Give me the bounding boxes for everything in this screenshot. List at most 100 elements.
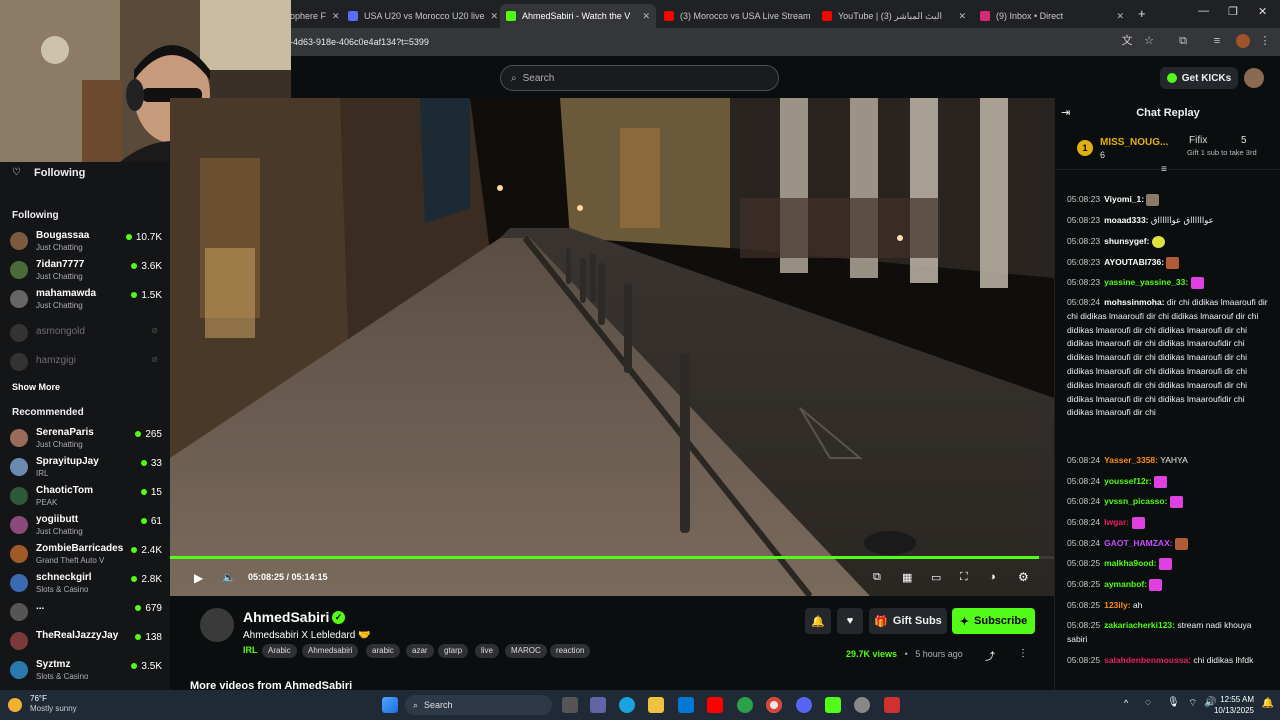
sidebar-item-zombiebarricades[interactable]: ZombieBarricades Grand Theft Auto V 2.4K bbox=[10, 541, 162, 569]
emote-icon bbox=[1149, 578, 1163, 591]
stream-tag[interactable]: azar bbox=[406, 644, 434, 658]
sidebar-item-therealjazzyjay[interactable]: TheRealJazzyJay 138 bbox=[10, 628, 162, 656]
browser-tab[interactable]: ophere F ✕ bbox=[284, 4, 340, 28]
chat-header: Chat Replay bbox=[1136, 107, 1200, 119]
streamer-name[interactable]: AhmedSabiri bbox=[243, 609, 329, 625]
miniplayer-icon[interactable]: ⧉ bbox=[873, 571, 881, 584]
close-icon[interactable]: ✕ bbox=[326, 11, 340, 22]
pinned-toggle-icon[interactable]: ≡ bbox=[1161, 164, 1167, 175]
edge-icon[interactable] bbox=[619, 697, 635, 713]
volume-icon[interactable]: 🔈 bbox=[222, 571, 236, 584]
subscribe-button[interactable]: ✦ Subscribe bbox=[952, 608, 1035, 634]
profile-avatar[interactable] bbox=[1236, 34, 1250, 48]
stream-tag[interactable]: arabic bbox=[366, 644, 400, 658]
gifter-name[interactable]: Fifix bbox=[1189, 135, 1207, 146]
wifi-icon[interactable]: ⌔ bbox=[1188, 697, 1197, 710]
windows-start-icon[interactable] bbox=[382, 697, 398, 713]
close-icon[interactable]: ✕ bbox=[952, 11, 966, 22]
top-gifter-name[interactable]: MISS_NOUG... bbox=[1100, 137, 1168, 148]
chevron-up-icon[interactable]: ^ bbox=[1124, 698, 1128, 708]
browser-tab[interactable]: (9) Inbox • Direct ✕ bbox=[974, 4, 1130, 28]
weather-widget[interactable]: 76°F Mostly sunny bbox=[30, 694, 77, 714]
gift-subs-button[interactable]: 🎁 Gift Subs bbox=[869, 608, 947, 634]
app-icon[interactable] bbox=[854, 697, 870, 713]
sidebar-item-7idan7777[interactable]: 7idan7777 Just Chatting 3.6K bbox=[10, 257, 162, 285]
sidebar-item-mahamawda[interactable]: mahamawda Just Chatting 1.5K bbox=[10, 286, 162, 314]
taskbar-clock[interactable]: 12:55 AM 10/13/2025 bbox=[1214, 694, 1254, 716]
sidebar-item-serenaparis[interactable]: SerenaParis Just Chatting 265 bbox=[10, 425, 162, 453]
emote-icon bbox=[1158, 557, 1172, 570]
new-tab-button[interactable]: + bbox=[1138, 6, 1146, 21]
video-progress-bar[interactable] bbox=[170, 556, 1054, 559]
outlook-icon[interactable] bbox=[678, 697, 694, 713]
sidebar-item-asmongold[interactable]: asmongold ⊘ bbox=[10, 320, 162, 348]
shield-icon[interactable] bbox=[884, 697, 900, 713]
viewer-count: 61 bbox=[141, 516, 162, 527]
stream-tag[interactable]: MAROC bbox=[505, 644, 547, 658]
gift-subs-label: Gift Subs bbox=[892, 615, 942, 627]
teams-icon[interactable] bbox=[590, 697, 606, 713]
discord-icon[interactable] bbox=[796, 697, 812, 713]
url-field[interactable]: -4d63-918e-406c0e4af134?t=5399 bbox=[290, 32, 1110, 52]
notification-bell-button[interactable]: 🔔 bbox=[805, 608, 831, 634]
xbox-icon[interactable] bbox=[737, 697, 753, 713]
maximize-icon[interactable]: ❐ bbox=[1228, 5, 1238, 18]
search-input[interactable]: ⌕ Search bbox=[500, 65, 779, 91]
browser-tab[interactable]: USA U20 vs Morocco U20 live ✕ bbox=[342, 4, 498, 28]
reading-list-icon[interactable]: ≡ bbox=[1210, 34, 1224, 48]
settings-gear-icon[interactable]: ⚙ bbox=[1018, 570, 1029, 584]
close-window-icon[interactable]: ✕ bbox=[1258, 5, 1267, 18]
sidebar-item-recommended[interactable]: ... 679 bbox=[10, 599, 162, 627]
theater-mode-icon[interactable]: ▭ bbox=[931, 571, 941, 584]
avatar bbox=[10, 632, 28, 650]
more-options-icon[interactable]: ⋮ bbox=[1018, 648, 1028, 659]
sidebar-item-hamzgigi[interactable]: hamzgigi ⊘ bbox=[10, 349, 162, 377]
sidebar-item-schneckgirl[interactable]: schneckgirl Slots & Casino 2.8K bbox=[10, 570, 162, 598]
menu-dots-icon[interactable]: ⋮ bbox=[1258, 34, 1272, 48]
stream-tag[interactable]: Arabic bbox=[262, 644, 297, 658]
youtube-icon[interactable] bbox=[707, 697, 723, 713]
stream-tag[interactable]: reaction bbox=[550, 644, 591, 658]
network-icon[interactable]: ◌ bbox=[1145, 697, 1151, 708]
streamer-avatar[interactable] bbox=[200, 608, 234, 642]
star-icon[interactable]: ☆ bbox=[1142, 34, 1156, 48]
chrome-icon[interactable] bbox=[766, 697, 782, 713]
sidebar-item-chaotictom[interactable]: ChaoticTom PEAK 15 bbox=[10, 483, 162, 511]
notification-bell-icon[interactable]: 🔔 bbox=[1262, 698, 1274, 709]
taskbar-search[interactable]: ⌕ Search bbox=[405, 695, 552, 715]
browser-tab[interactable]: YouTube | البث المباشر (3) ✕ bbox=[816, 4, 972, 28]
extensions-icon[interactable]: ⧉ bbox=[1176, 34, 1190, 48]
close-icon[interactable]: ✕ bbox=[485, 11, 498, 22]
minimize-icon[interactable]: — bbox=[1198, 5, 1209, 17]
microphone-icon[interactable]: 🎙 bbox=[1167, 697, 1180, 708]
sidebar-item-syztmz[interactable]: Syztmz Slots & Casino 3.5K bbox=[10, 657, 162, 685]
follow-heart-button[interactable]: ♥ bbox=[837, 608, 863, 634]
task-view-icon[interactable] bbox=[562, 697, 578, 713]
stream-category-link[interactable]: IRL bbox=[243, 645, 258, 655]
show-more-link[interactable]: Show More bbox=[12, 382, 60, 392]
stream-tag[interactable]: live bbox=[475, 644, 500, 658]
translate-icon[interactable]: 文 bbox=[1120, 34, 1134, 48]
live-sync-icon[interactable]: ◑ bbox=[989, 571, 996, 583]
sidebar-item-sprayitupjay[interactable]: SprayitupJay IRL 33 bbox=[10, 454, 162, 482]
close-icon[interactable]: ✕ bbox=[811, 11, 814, 22]
stream-tag[interactable]: gtarp bbox=[438, 644, 469, 658]
user-avatar[interactable] bbox=[1244, 68, 1264, 88]
get-kicks-button[interactable]: Get KICKs bbox=[1160, 67, 1238, 89]
chat-message: 05:08:25 malkha9ood: bbox=[1067, 557, 1272, 571]
play-icon[interactable]: ▶ bbox=[194, 571, 203, 585]
fullscreen-icon[interactable]: ⛶ bbox=[960, 571, 968, 584]
browser-tab[interactable]: (3) Morocco vs USA Live Stream✕ bbox=[658, 4, 814, 28]
kick-app-icon[interactable] bbox=[825, 697, 841, 713]
close-icon[interactable]: ✕ bbox=[1110, 11, 1124, 22]
sidebar-item-yogiibutt[interactable]: yogiibutt Just Chatting 61 bbox=[10, 512, 162, 540]
file-explorer-icon[interactable] bbox=[648, 697, 664, 713]
share-icon[interactable]: ⤴ bbox=[985, 648, 995, 663]
browser-tab-active[interactable]: AhmedSabiri - Watch the V ✕ bbox=[500, 4, 656, 28]
stream-tag[interactable]: Ahmedsabiri bbox=[302, 644, 359, 658]
video-player[interactable] bbox=[170, 98, 1054, 596]
sidebar-item-bougassaa[interactable]: Bougassaa Just Chatting 10.7K bbox=[10, 228, 162, 256]
clip-icon[interactable]: ▦ bbox=[902, 571, 912, 584]
sidebar-following-header[interactable]: Following bbox=[34, 167, 85, 179]
close-icon[interactable]: ✕ bbox=[636, 11, 650, 22]
